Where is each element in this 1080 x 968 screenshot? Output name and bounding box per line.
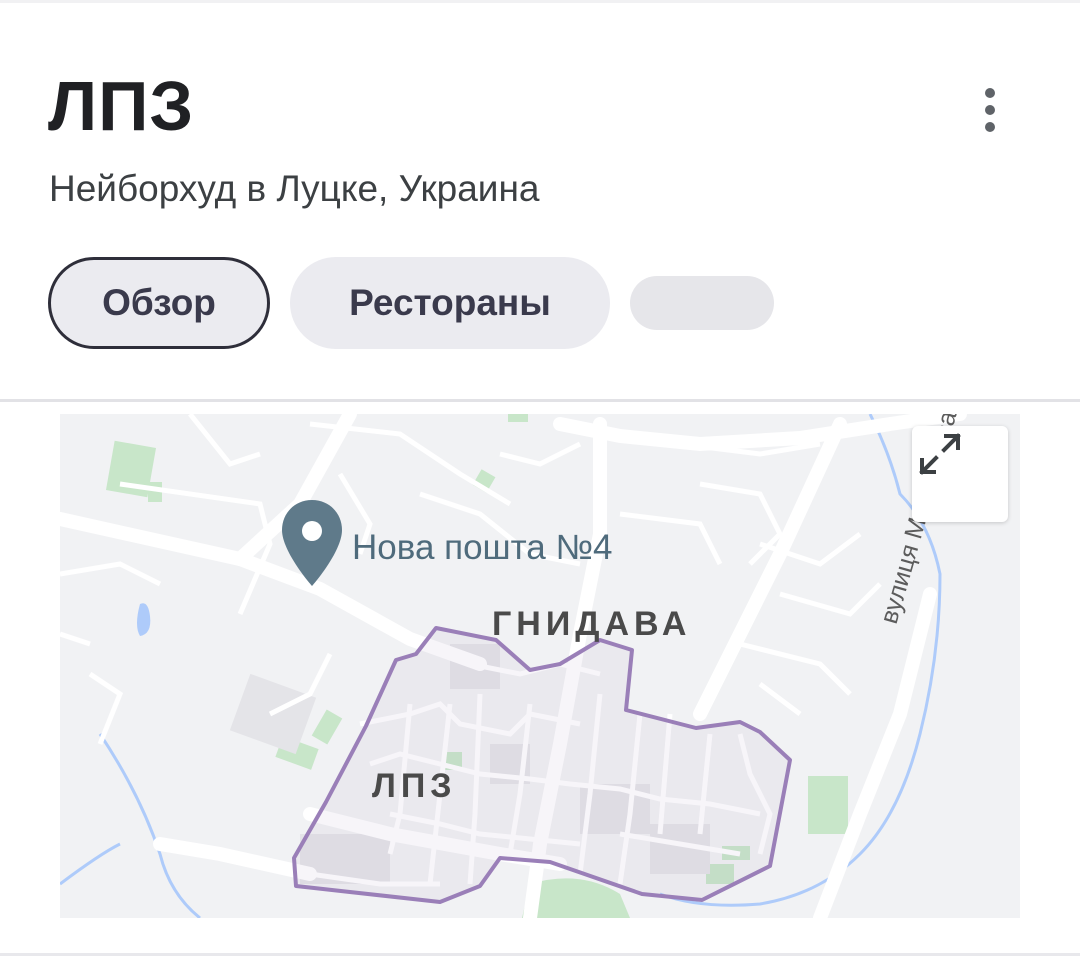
expand-map-button[interactable] — [912, 426, 1008, 522]
more-options-button[interactable] — [960, 80, 1020, 140]
place-subtitle: Нейборхуд в Луцке, Украина — [49, 168, 540, 209]
more-vert-icon-dot — [985, 122, 995, 132]
chip-row: Обзор Рестораны — [48, 255, 774, 351]
map-view[interactable]: Нова пошта №4 ГНИДАВА ЛПЗ вулиця Мамсуро… — [60, 414, 1020, 918]
chip-overview[interactable]: Обзор — [48, 257, 270, 349]
more-vert-icon-dot — [985, 105, 995, 115]
section-divider — [0, 399, 1080, 402]
chip-placeholder[interactable] — [630, 276, 774, 330]
place-title: ЛПЗ — [48, 67, 195, 145]
map-canvas — [60, 414, 967, 918]
expand-icon — [919, 433, 961, 475]
bottom-rule — [0, 953, 1080, 956]
area-label-gnidava: ГНИДАВА — [492, 605, 692, 643]
chip-restaurants[interactable]: Рестораны — [290, 257, 610, 349]
top-rule — [0, 0, 1080, 3]
more-vert-icon — [985, 88, 995, 98]
poi-label[interactable]: Нова пошта №4 — [352, 526, 612, 570]
pond — [137, 603, 151, 636]
area-label-lpz: ЛПЗ — [372, 767, 457, 805]
